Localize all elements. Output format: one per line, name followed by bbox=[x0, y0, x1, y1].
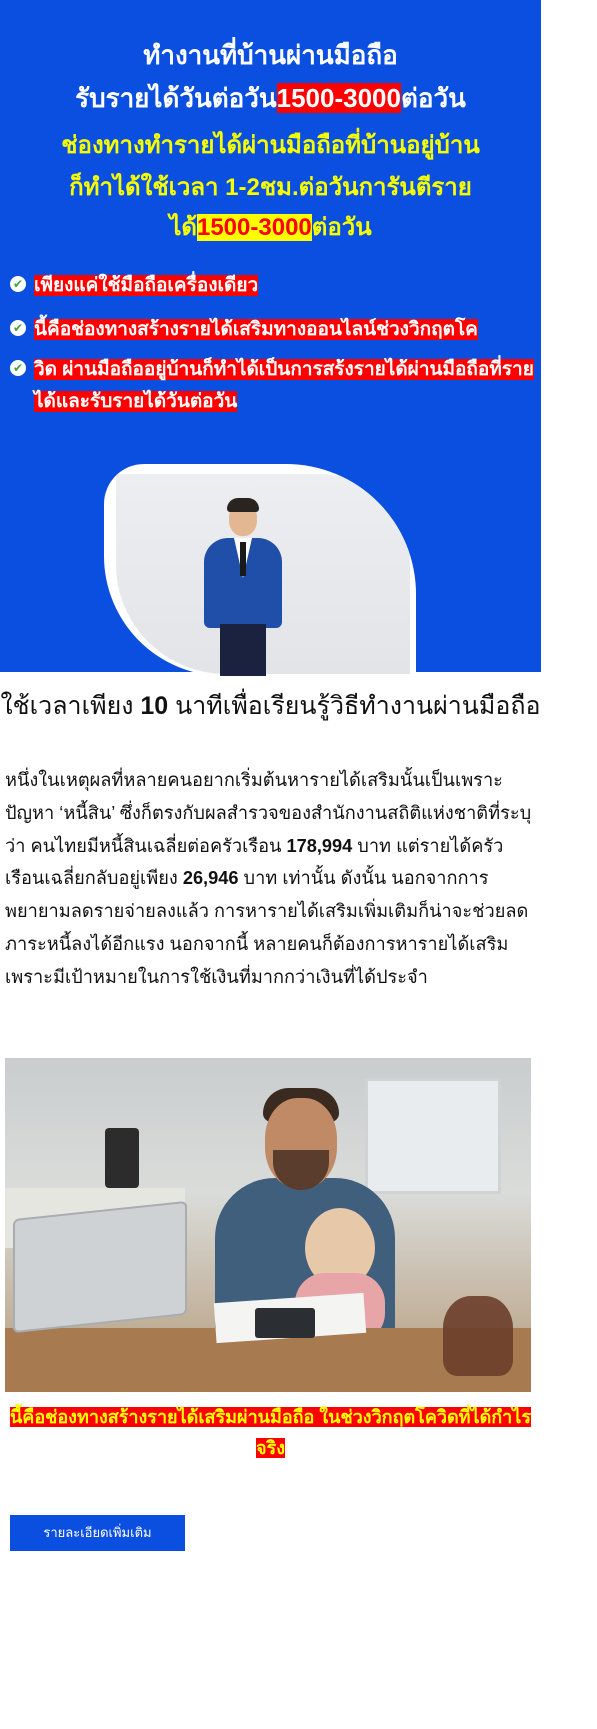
photo-caption: นี้คือช่องทางสร้างรายได้เสริมผ่านมือถือ … bbox=[10, 1402, 532, 1464]
hero-title-highlight: 1500-3000 bbox=[276, 83, 401, 113]
benefit-list: ✔ เพียงแค่ใช้มือถือเครื่องเดียว ✔ นี้คือ… bbox=[10, 270, 538, 426]
hero-section: ทำงานที่บ้านผ่านมือถือ รับรายได้วันต่อวั… bbox=[0, 0, 541, 676]
hero-subtitle-line1: ช่องทางทำรายได้ผ่านมือถือที่บ้านอยู่บ้าน bbox=[61, 132, 480, 159]
father-child-kitchen-photo bbox=[5, 1058, 531, 1392]
article-title: ใช้เวลาเพียง 10 นาทีเพื่อเรียนรู้วิธีทำง… bbox=[0, 689, 541, 724]
benefit-item: ✔ เพียงแค่ใช้มือถือเครื่องเดียว bbox=[10, 270, 538, 302]
hero-title-line2: รับรายได้วันต่อวัน1500-3000ต่อวัน bbox=[0, 77, 541, 119]
hero-subtitle-line3-text: ได้ bbox=[169, 214, 197, 241]
check-circle-icon: ✔ bbox=[10, 360, 26, 376]
benefit-item: ✔ นี้คือช่องทางสร้างรายได้เสริมทางออนไลน… bbox=[10, 314, 538, 346]
article-title-text: ใช้เวลาเพียง bbox=[0, 692, 141, 720]
hero-subtitle-line2: ก็ทำได้ใช้เวลา 1-2ชม.ต่อวันการันตีราย bbox=[69, 174, 472, 201]
check-circle-icon: ✔ bbox=[10, 276, 26, 292]
hero-subtitle-line3: ได้1500-3000ต่อวัน bbox=[0, 208, 541, 248]
benefit-item: ✔ วิด ผ่านมือถืออยู่บ้านก็ทำได้เป็นการสร… bbox=[10, 354, 538, 418]
hero-title-line1: ทำงานที่บ้านผ่านมือถือ bbox=[143, 40, 398, 70]
businessman-figure bbox=[198, 498, 288, 676]
article-paragraph: หนึ่งในเหตุผลที่หลายคนอยากเริ่มต้นหารายไ… bbox=[5, 764, 537, 994]
income-amount: 26,946 bbox=[182, 868, 239, 889]
check-circle-icon: ✔ bbox=[10, 320, 26, 336]
article-title-number: 10 bbox=[140, 692, 169, 720]
more-details-button[interactable]: รายละเอียดเพิ่มเติม bbox=[10, 1515, 185, 1551]
article-title-suffix: นาทีเพื่อเรียนรู้วิธีทำงานผ่านมือถือ bbox=[168, 692, 541, 720]
hero-subtitle-line3-suffix: ต่อวัน bbox=[311, 214, 372, 241]
hero-subtitle-highlight: 1500-3000 bbox=[196, 214, 312, 241]
benefit-text: นี้คือช่องทางสร้างรายได้เสริมทางออนไลน์ช… bbox=[34, 319, 478, 340]
businessman-photo bbox=[116, 474, 410, 676]
benefit-text: วิด ผ่านมือถืออยู่บ้านก็ทำได้เป็นการสร้ง… bbox=[34, 359, 534, 412]
photo-caption-text: นี้คือช่องทางสร้างรายได้เสริมผ่านมือถือ … bbox=[10, 1407, 532, 1458]
hero-photo-frame bbox=[104, 464, 416, 676]
hero-title-line2-text: รับรายได้วันต่อวัน bbox=[75, 83, 277, 113]
hero-title-line2-suffix: ต่อวัน bbox=[400, 83, 466, 113]
benefit-text: เพียงแค่ใช้มือถือเครื่องเดียว bbox=[34, 275, 259, 296]
debt-amount: 178,994 bbox=[286, 835, 353, 856]
